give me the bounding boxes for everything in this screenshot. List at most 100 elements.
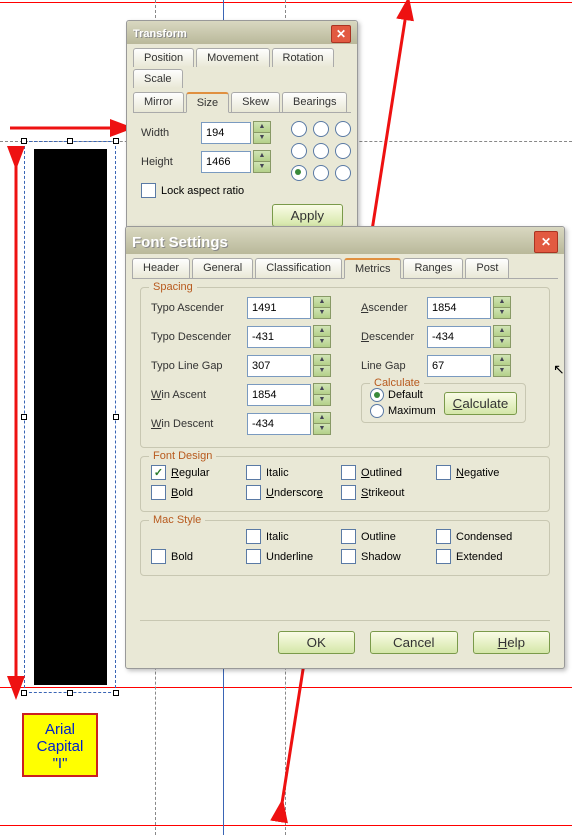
win-asc-input[interactable] bbox=[247, 384, 311, 406]
win-desc-input[interactable] bbox=[247, 413, 311, 435]
spin-up-icon[interactable]: ▲ bbox=[313, 325, 331, 336]
spin-down-icon[interactable]: ▼ bbox=[313, 336, 331, 348]
tab-size[interactable]: Size bbox=[186, 92, 229, 113]
tab-movement[interactable]: Movement bbox=[196, 48, 269, 67]
spin-up-icon[interactable]: ▲ bbox=[313, 354, 331, 365]
spin-up-icon[interactable]: ▲ bbox=[313, 383, 331, 394]
win-asc-label: Win Ascent bbox=[151, 389, 247, 401]
tab-bearings[interactable]: Bearings bbox=[282, 92, 347, 112]
tab-classification[interactable]: Classification bbox=[255, 258, 342, 278]
close-icon[interactable]: ✕ bbox=[534, 231, 558, 253]
font-title: Font Settings bbox=[132, 234, 228, 251]
help-button[interactable]: Help bbox=[473, 631, 550, 654]
origin-tc[interactable] bbox=[313, 121, 329, 137]
origin-tr[interactable] bbox=[335, 121, 351, 137]
lock-label: Lock aspect ratio bbox=[161, 185, 244, 197]
cancel-button[interactable]: Cancel bbox=[370, 631, 458, 654]
lg-input[interactable] bbox=[427, 355, 491, 377]
fd-underscore-cb[interactable] bbox=[246, 485, 261, 500]
spin-up-icon[interactable]: ▲ bbox=[493, 296, 511, 307]
spin-up-icon[interactable]: ▲ bbox=[313, 412, 331, 423]
font-settings-dialog[interactable]: Font Settings ✕ Header General Classific… bbox=[125, 226, 565, 669]
ms-bold-cb[interactable] bbox=[151, 549, 166, 564]
height-up-icon[interactable]: ▲ bbox=[253, 150, 271, 161]
annotation-note: Arial Capital "I" bbox=[22, 713, 98, 777]
width-input[interactable] bbox=[201, 122, 251, 144]
transform-dialog[interactable]: Transform ✕ Position Movement Rotation S… bbox=[126, 20, 358, 242]
cursor-icon: ↖ bbox=[553, 361, 565, 378]
origin-ml[interactable] bbox=[291, 143, 307, 159]
font-titlebar[interactable]: Font Settings ✕ bbox=[126, 227, 564, 254]
typo-desc-input[interactable] bbox=[247, 326, 311, 348]
height-down-icon[interactable]: ▼ bbox=[253, 161, 271, 173]
calc-max-radio[interactable] bbox=[370, 404, 384, 418]
asc-input[interactable] bbox=[427, 297, 491, 319]
tab-position[interactable]: Position bbox=[133, 48, 194, 67]
fd-italic-cb[interactable] bbox=[246, 465, 261, 480]
tab-skew[interactable]: Skew bbox=[231, 92, 280, 112]
ms-condensed-label: Condensed bbox=[456, 531, 512, 543]
ms-italic-cb[interactable] bbox=[246, 529, 261, 544]
spin-down-icon[interactable]: ▼ bbox=[313, 423, 331, 435]
tab-scale[interactable]: Scale bbox=[133, 69, 183, 88]
desc-label: Descender bbox=[361, 331, 427, 343]
tab-rotation[interactable]: Rotation bbox=[272, 48, 335, 67]
tab-mirror[interactable]: Mirror bbox=[133, 92, 184, 112]
ms-extended-cb[interactable] bbox=[436, 549, 451, 564]
fd-regular-cb[interactable]: ✓ bbox=[151, 465, 166, 480]
typo-lg-input[interactable] bbox=[247, 355, 311, 377]
width-down-icon[interactable]: ▼ bbox=[253, 132, 271, 144]
origin-tl[interactable] bbox=[291, 121, 307, 137]
tab-ranges[interactable]: Ranges bbox=[403, 258, 463, 278]
font-panel: Spacing Typo Ascender▲▼ Typo Descender▲▼… bbox=[132, 278, 558, 662]
lock-checkbox[interactable] bbox=[141, 183, 156, 198]
spin-up-icon[interactable]: ▲ bbox=[493, 354, 511, 365]
typo-lg-label: Typo Line Gap bbox=[151, 360, 247, 372]
width-up-icon[interactable]: ▲ bbox=[253, 121, 271, 132]
calculate-button[interactable]: Calculate bbox=[444, 392, 518, 415]
spin-down-icon[interactable]: ▼ bbox=[493, 365, 511, 377]
spin-up-icon[interactable]: ▲ bbox=[313, 296, 331, 307]
ok-button[interactable]: OK bbox=[278, 631, 355, 654]
fd-strikeout-cb[interactable] bbox=[341, 485, 356, 500]
fd-outlined-cb[interactable] bbox=[341, 465, 356, 480]
desc-input[interactable] bbox=[427, 326, 491, 348]
spacing-legend: Spacing bbox=[149, 281, 197, 293]
spin-down-icon[interactable]: ▼ bbox=[493, 336, 511, 348]
tab-header[interactable]: Header bbox=[132, 258, 190, 278]
spin-up-icon[interactable]: ▲ bbox=[493, 325, 511, 336]
origin-mr[interactable] bbox=[335, 143, 351, 159]
ms-outline-cb[interactable] bbox=[341, 529, 356, 544]
tab-general[interactable]: General bbox=[192, 258, 253, 278]
ms-underline-cb[interactable] bbox=[246, 549, 261, 564]
close-icon[interactable]: ✕ bbox=[331, 25, 351, 43]
height-input[interactable] bbox=[201, 151, 251, 173]
ms-shadow-cb[interactable] bbox=[341, 549, 356, 564]
ms-outline-label: Outline bbox=[361, 531, 396, 543]
fd-negative-cb[interactable] bbox=[436, 465, 451, 480]
origin-br[interactable] bbox=[335, 165, 351, 181]
calc-default-radio[interactable] bbox=[370, 388, 384, 402]
calc-max-label: Maximum bbox=[388, 405, 436, 417]
typo-asc-input[interactable] bbox=[247, 297, 311, 319]
apply-button[interactable]: Apply bbox=[272, 204, 343, 227]
transform-titlebar[interactable]: Transform ✕ bbox=[127, 21, 357, 44]
ms-extended-label: Extended bbox=[456, 551, 502, 563]
tab-post[interactable]: Post bbox=[465, 258, 509, 278]
origin-bc[interactable] bbox=[313, 165, 329, 181]
spin-down-icon[interactable]: ▼ bbox=[493, 307, 511, 319]
width-label: Width bbox=[141, 127, 201, 139]
tab-metrics[interactable]: Metrics bbox=[344, 258, 401, 279]
asc-label: AAscenderscender bbox=[361, 302, 427, 314]
ms-italic-label: Italic bbox=[266, 531, 289, 543]
spin-down-icon[interactable]: ▼ bbox=[313, 307, 331, 319]
calc-default-label: Default bbox=[388, 389, 423, 401]
selection-box[interactable] bbox=[24, 141, 116, 693]
spin-down-icon[interactable]: ▼ bbox=[313, 394, 331, 406]
origin-bl[interactable] bbox=[291, 165, 307, 181]
ms-condensed-cb[interactable] bbox=[436, 529, 451, 544]
spin-down-icon[interactable]: ▼ bbox=[313, 365, 331, 377]
fd-bold-cb[interactable] bbox=[151, 485, 166, 500]
origin-mc[interactable] bbox=[313, 143, 329, 159]
origin-grid[interactable] bbox=[291, 121, 353, 183]
